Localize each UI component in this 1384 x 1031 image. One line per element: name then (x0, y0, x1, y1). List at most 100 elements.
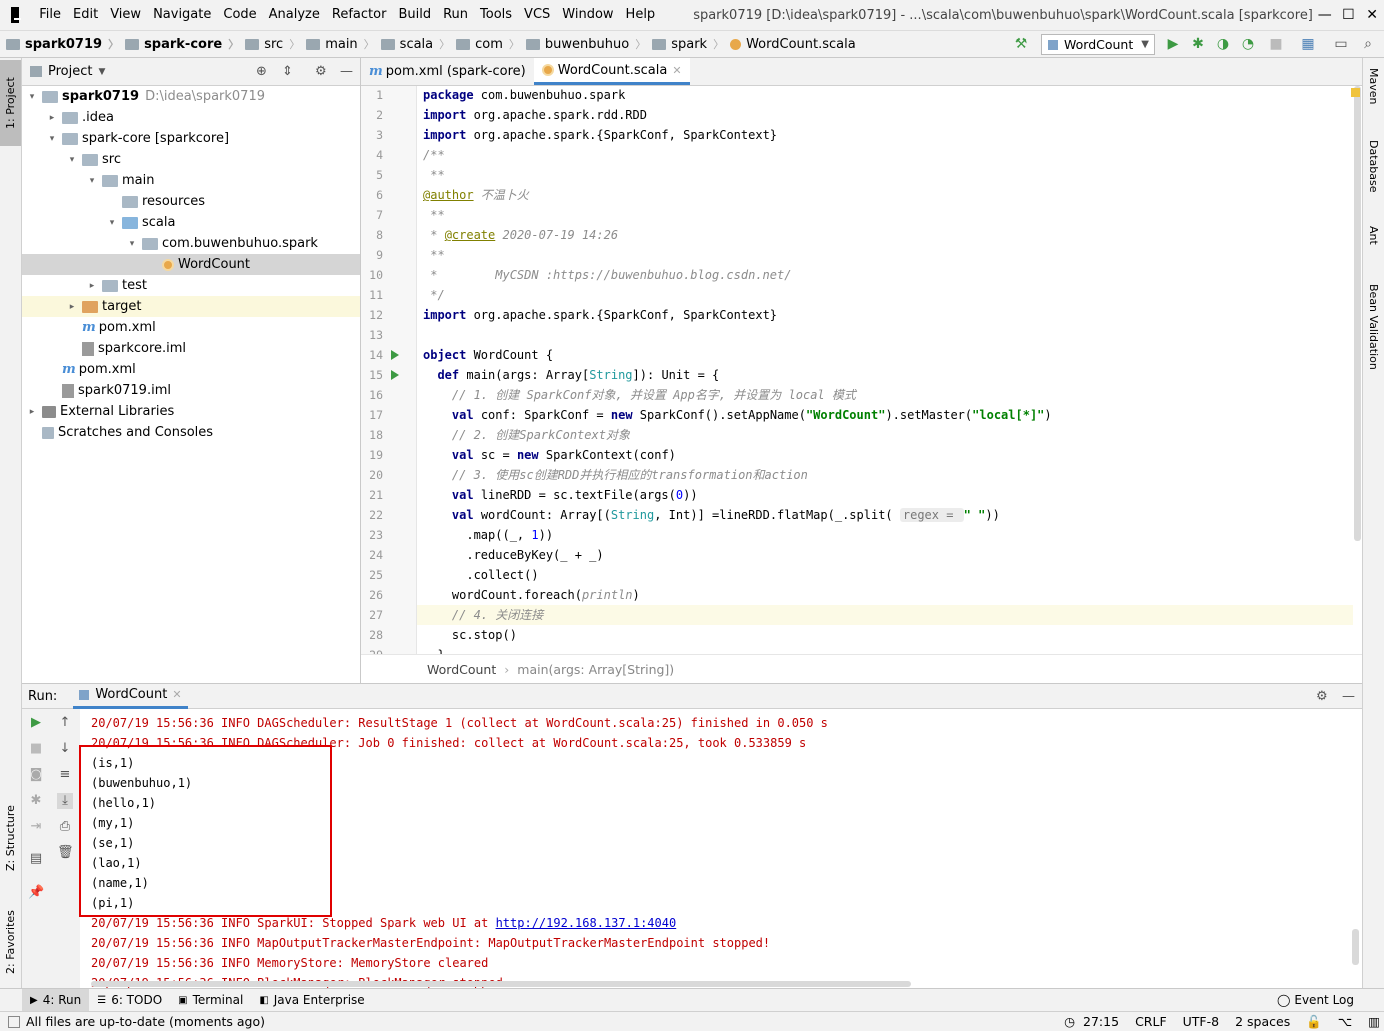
bottom-tab[interactable]: ◧ Java Enterprise (251, 989, 372, 1011)
nav-crumb[interactable]: scala 〉 (375, 36, 450, 52)
expand-arrow-icon[interactable]: ▸ (26, 407, 38, 417)
tree-item[interactable]: ▾ src (22, 149, 360, 170)
bottom-tab[interactable]: ▶ 4: Run (22, 989, 90, 1011)
expand-arrow-icon[interactable]: ▾ (66, 155, 78, 165)
debug-icon[interactable]: ✱ (28, 793, 44, 809)
lock-icon[interactable]: 🔓 (1298, 1014, 1330, 1030)
tree-item[interactable]: ▾ spark0719 D:\idea\spark0719 (22, 86, 360, 107)
close-window-button[interactable]: ✕ (1360, 0, 1384, 30)
tree-item[interactable]: ▾ main (22, 170, 360, 191)
tree-item[interactable]: m pom.xml (22, 359, 360, 380)
rerun-icon[interactable]: ▶ (28, 715, 44, 731)
down-arrow-icon[interactable]: ↓ (57, 741, 73, 757)
menu-tools[interactable]: Tools (474, 0, 518, 30)
tree-item[interactable]: ▾ scala (22, 212, 360, 233)
run-gutter-icon[interactable] (391, 350, 399, 360)
tab-favorites[interactable]: 2: Favorites (0, 896, 21, 988)
run-icon[interactable]: ▶ (1165, 36, 1181, 52)
expand-arrow-icon[interactable]: ▾ (26, 92, 38, 102)
hide-panel-icon[interactable]: — (340, 64, 353, 79)
stop-icon[interactable]: ■ (28, 741, 44, 757)
search-icon[interactable]: ⌕ (1360, 36, 1376, 52)
spark-ui-link[interactable]: http://192.168.137.1:4040 (496, 916, 677, 930)
line-separator[interactable]: CRLF (1127, 1014, 1175, 1029)
gear-icon[interactable]: ⚙ (1316, 689, 1328, 704)
menu-navigate[interactable]: Navigate (147, 0, 217, 30)
hide-panel-icon[interactable]: — (1342, 689, 1355, 704)
console-hscrollbar[interactable] (91, 981, 911, 987)
editor-scrollbar[interactable] (1351, 86, 1362, 654)
tab-maven[interactable]: Maven (1363, 68, 1384, 128)
editor-tab[interactable]: WordCount.scala ✕ (533, 58, 690, 85)
code-editor[interactable]: package com.buwenbuhuo.spark import org.a… (417, 86, 1353, 654)
menu-help[interactable]: Help (620, 0, 662, 30)
trash-icon[interactable]: 🗑 (57, 845, 74, 861)
project-structure-icon[interactable]: ▦ (1300, 36, 1316, 52)
menu-view[interactable]: View (104, 0, 147, 30)
expand-arrow-icon[interactable]: ▸ (46, 113, 58, 123)
tree-item[interactable]: Scratches and Consoles (22, 422, 360, 443)
file-encoding[interactable]: UTF-8 (1175, 1014, 1227, 1029)
scroll-to-end-icon[interactable]: ⤓ (57, 793, 73, 809)
tree-item[interactable]: ▸ target (22, 296, 360, 317)
nav-crumb[interactable]: buwenbuhuo 〉 (520, 36, 646, 52)
expand-arrow-icon[interactable]: ▸ (86, 281, 98, 291)
breadcrumb-object[interactable]: WordCount (427, 662, 496, 677)
close-icon[interactable]: ✕ (172, 688, 181, 701)
memory-icon[interactable]: ▥ (1360, 1014, 1384, 1029)
menu-vcs[interactable]: VCS (518, 0, 556, 30)
tree-item[interactable]: WordCount (22, 254, 360, 275)
nav-crumb[interactable]: spark-core 〉 (119, 36, 239, 52)
tree-item[interactable]: ▾ spark-core [sparkcore] (22, 128, 360, 149)
nav-crumb[interactable]: src 〉 (239, 36, 300, 52)
build-hammer-icon[interactable]: ⚒ (1013, 36, 1029, 52)
camera-icon[interactable]: ◙ (28, 767, 44, 783)
nav-crumb[interactable]: main 〉 (300, 36, 375, 52)
scroll-thumb[interactable] (1354, 86, 1361, 541)
print-icon[interactable]: ⎙ (57, 819, 73, 835)
breadcrumb-method[interactable]: main(args: Array[String]) (517, 662, 674, 677)
event-log-button[interactable]: ◯ Event Log (1277, 993, 1354, 1007)
tree-item[interactable]: ▾ com.buwenbuhuo.spark (22, 233, 360, 254)
exit-icon[interactable]: ⇥ (28, 819, 44, 835)
editor-tab[interactable]: m pom.xml (spark-core) (361, 58, 534, 85)
coverage-icon[interactable]: ◑ (1215, 36, 1231, 52)
run-gutter-icon[interactable] (391, 370, 399, 380)
run-console[interactable]: 20/07/19 15:56:36 INFO DAGScheduler: Res… (80, 709, 1362, 988)
nav-crumb[interactable]: spark0719 〉 (0, 36, 119, 52)
tab-project[interactable]: 1: Project (0, 60, 21, 146)
expand-arrow-icon[interactable]: ▾ (106, 218, 118, 228)
debug-icon[interactable]: ✱ (1190, 36, 1206, 52)
up-arrow-icon[interactable]: ↑ (57, 715, 73, 731)
gear-icon[interactable]: ⚙ (315, 64, 327, 79)
menu-build[interactable]: Build (392, 0, 437, 30)
git-icon[interactable]: ⌥ (1330, 1014, 1360, 1029)
project-view-select[interactable]: Project (48, 64, 92, 79)
sdk-icon[interactable]: ▭ (1333, 36, 1349, 52)
menu-window[interactable]: Window (556, 0, 619, 30)
locate-icon[interactable]: ⊕ (256, 64, 267, 79)
menu-file[interactable]: File (33, 0, 67, 30)
collapse-all-icon[interactable]: ⇕ (282, 64, 293, 79)
bottom-tab[interactable]: ☰ 6: TODO (89, 989, 170, 1011)
nav-crumb[interactable]: com 〉 (450, 36, 520, 52)
close-icon[interactable]: ✕ (672, 64, 681, 77)
pin-icon[interactable]: 📌 (28, 885, 44, 901)
tree-item[interactable]: spark0719.iml (22, 380, 360, 401)
stop-icon[interactable]: ■ (1268, 36, 1284, 52)
caret-position[interactable]: 27:15 (1075, 1014, 1127, 1029)
menu-analyze[interactable]: Analyze (263, 0, 326, 30)
tree-item[interactable]: m pom.xml (22, 317, 360, 338)
menu-edit[interactable]: Edit (67, 0, 104, 30)
expand-arrow-icon[interactable]: ▸ (66, 302, 78, 312)
menu-code[interactable]: Code (217, 0, 262, 30)
indent-setting[interactable]: 2 spaces (1227, 1014, 1298, 1029)
run-configuration-select[interactable]: WordCount ▼ (1041, 34, 1155, 55)
nav-crumb[interactable]: WordCount.scala (724, 36, 856, 52)
console-vscrollbar[interactable] (1352, 929, 1359, 965)
tree-item[interactable]: ▸ .idea (22, 107, 360, 128)
maximize-button[interactable]: ☐ (1337, 0, 1361, 30)
tab-ant[interactable]: Ant (1363, 226, 1384, 266)
profile-icon[interactable]: ◔ (1240, 36, 1256, 52)
menu-refactor[interactable]: Refactor (326, 0, 393, 30)
